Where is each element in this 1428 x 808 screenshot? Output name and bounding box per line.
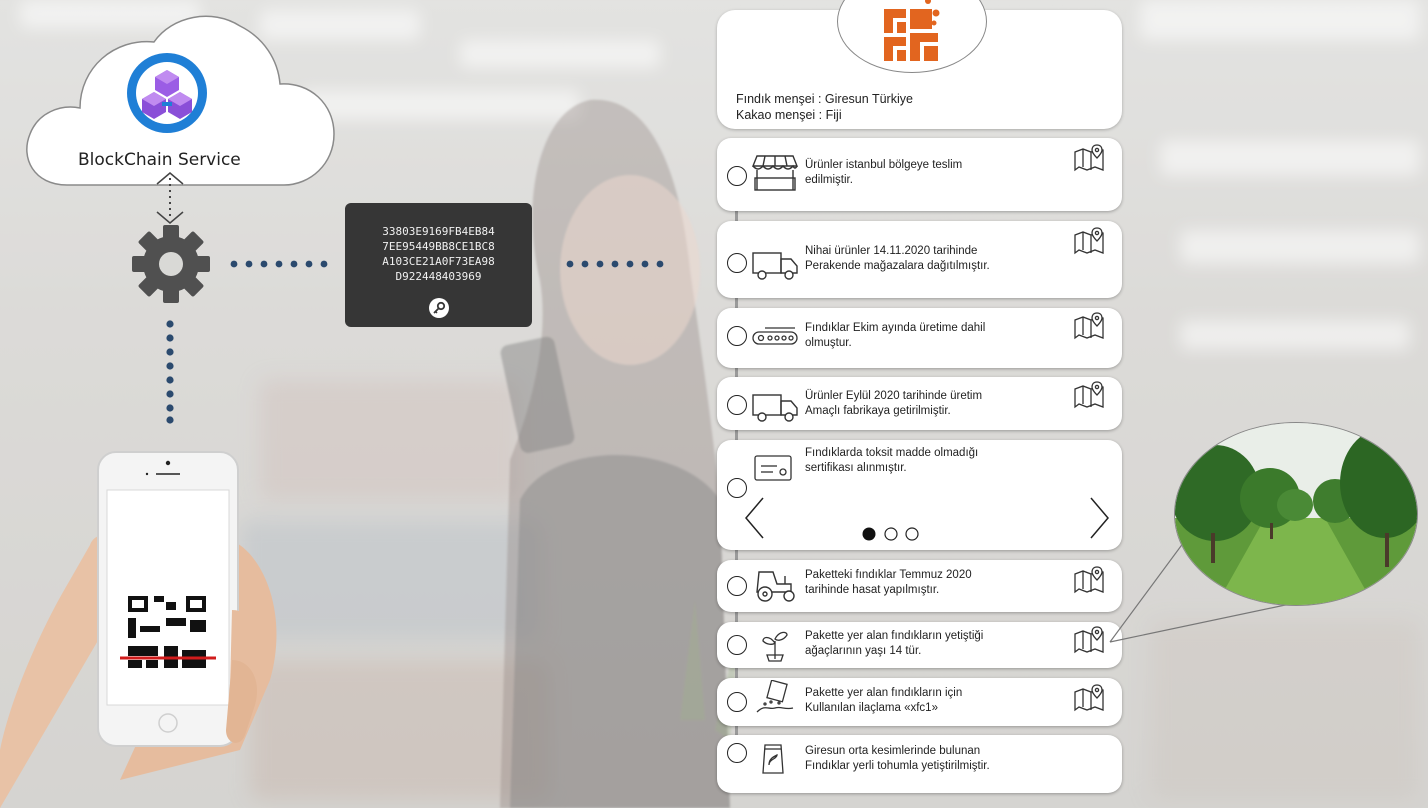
vertical-dotted-connector: [166, 320, 174, 424]
map-pin-icon[interactable]: [1073, 381, 1105, 409]
timeline-card[interactable]: Ürünler istanbul bölgeye teslim edilmişt…: [717, 138, 1122, 211]
cloud-label: BlockChain Service: [78, 150, 241, 170]
spraying-icon: [756, 680, 794, 713]
card-text-line: Pakette yer alan fındıkların için: [805, 687, 963, 699]
card-text-line: ağaçlarının yaşı 14 tür.: [805, 645, 922, 657]
timeline-card[interactable]: Pakette yer alan fındıkların için Kullan…: [717, 678, 1122, 726]
carousel-dots[interactable]: [859, 526, 929, 542]
card-text-line: sertifikası alınmıştır.: [805, 462, 907, 474]
gear-icon: [132, 225, 210, 303]
timeline-node: [727, 395, 747, 415]
timeline-card[interactable]: Fındıklar Ekim ayında üretime dahil olmu…: [717, 308, 1122, 368]
hash-line: 33803E9169FB4EB84: [382, 225, 495, 238]
timeline-node: [727, 478, 747, 498]
timeline-node: [727, 253, 747, 273]
timeline-node: [727, 166, 747, 186]
timeline-node: [727, 576, 747, 596]
card-text-line: Ürünler istanbul bölgeye teslim: [805, 159, 963, 171]
timeline-node: [727, 635, 747, 655]
sapling-icon: [762, 631, 788, 662]
card-text-line: Pakette yer alan fındıkların yetiştiği: [805, 630, 984, 642]
card-text-line: Perakende mağazalara dağıtılmıştır.: [805, 260, 990, 272]
market-stall-icon: [751, 155, 799, 191]
card-text-line: olmuştur.: [805, 337, 852, 349]
map-pin-icon[interactable]: [1073, 144, 1105, 172]
key-icon: [429, 298, 449, 318]
card-text-line: tarihinde hasat yapılmıştır.: [805, 584, 940, 596]
tractor-icon: [756, 571, 795, 602]
seed-bag-icon: [762, 744, 784, 774]
hazelnut-origin: Fındık menşei : Giresun Türkiye: [736, 92, 913, 106]
certificate-icon: [754, 455, 792, 481]
card-text-line: Fındıklar yerli tohumla yetiştirilmiştir…: [805, 760, 990, 772]
timeline-card[interactable]: Giresun orta kesimlerinde bulunan Fındık…: [717, 735, 1122, 793]
hash-line: 7EE95449BB8CE1BC8: [382, 240, 495, 253]
delivery-truck-icon: [752, 394, 798, 422]
card-text-line: Ürünler Eylül 2020 tarihinde üretim: [805, 390, 983, 402]
chocolate-bar-icon: [884, 0, 940, 61]
hash-line: A103CE21A0F73EA98: [382, 255, 495, 268]
card-text-line: Fındıklarda toksit madde olmadığı: [805, 447, 979, 459]
map-pin-icon[interactable]: [1073, 684, 1105, 712]
orchard-photo: [1174, 422, 1418, 606]
hash-display: 33803E9169FB4EB84 7EE95449BB8CE1BC8 A103…: [345, 203, 532, 327]
timeline-card[interactable]: Nihai ürünler 14.11.2020 tarihinde Perak…: [717, 221, 1122, 298]
timeline-card-carousel[interactable]: Fındıklarda toksit madde olmadığı sertif…: [717, 440, 1122, 550]
timeline-node: [727, 743, 747, 763]
phone-in-hand: [0, 451, 277, 808]
horizontal-dotted-connector-left: [230, 260, 328, 268]
delivery-truck-icon: [752, 252, 798, 280]
card-text-line: Fındıklar Ekim ayında üretime dahil: [805, 322, 986, 334]
card-text-line: Giresun orta kesimlerinde bulunan: [805, 745, 981, 757]
timeline-card[interactable]: Ürünler Eylül 2020 tarihinde üretim Amaç…: [717, 377, 1122, 430]
card-text-line: Paketteki fındıklar Temmuz 2020: [805, 569, 972, 581]
conveyor-belt-icon: [752, 327, 798, 345]
card-text-line: Nihai ürünler 14.11.2020 tarihinde: [805, 245, 978, 257]
map-pin-icon[interactable]: [1073, 312, 1105, 340]
bidirectional-arrow-icon: [156, 172, 184, 224]
map-pin-icon[interactable]: [1073, 227, 1105, 255]
card-text-line: Kullanılan ilaçlama «xfc1»: [805, 702, 938, 714]
product-emblem: [837, 0, 987, 73]
timeline-node: [727, 692, 747, 712]
carousel-prev-arrow-icon[interactable]: [743, 496, 767, 540]
card-text-line: Amaçlı fabrikaya getirilmiştir.: [805, 405, 951, 417]
cocoa-origin: Kakao menşei : Fiji: [736, 108, 842, 122]
timeline-card[interactable]: Pakette yer alan fındıkların yetiştiği a…: [717, 622, 1122, 668]
timeline-card[interactable]: Paketteki fındıklar Temmuz 2020 tarihind…: [717, 560, 1122, 612]
blockchain-logo-icon: [127, 53, 207, 133]
hash-line: D922448403969: [395, 270, 482, 283]
horizontal-dotted-connector-right: [566, 260, 664, 268]
card-text-line: edilmiştir.: [805, 174, 853, 186]
timeline-node: [727, 326, 747, 346]
